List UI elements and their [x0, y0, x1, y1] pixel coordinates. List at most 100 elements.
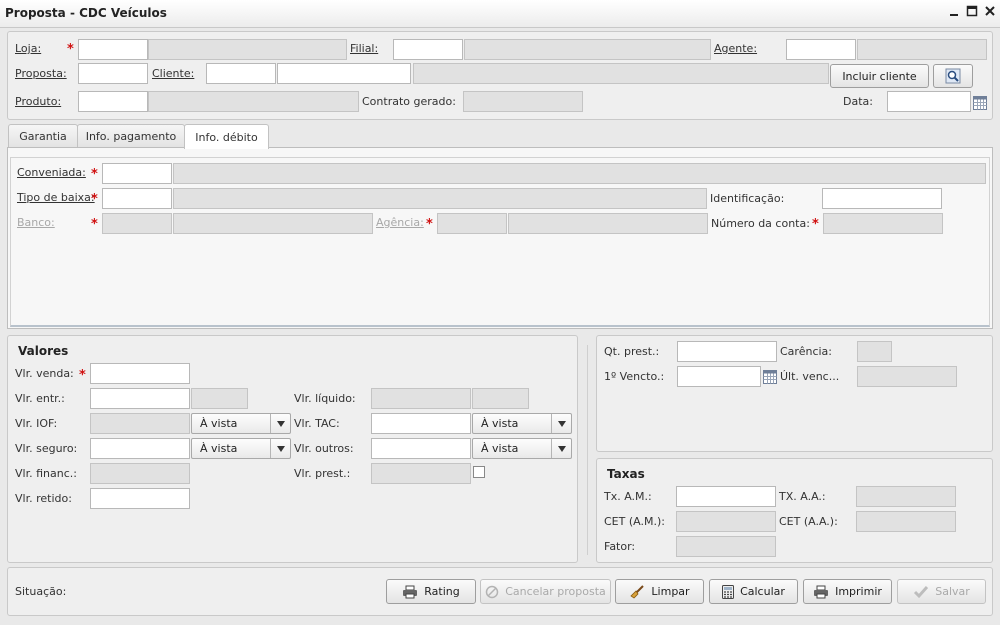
required-mark: *: [67, 42, 74, 57]
vlr-venda-input[interactable]: [90, 363, 190, 384]
proposta-input[interactable]: [78, 63, 148, 84]
vlr-iof-field: [90, 413, 190, 434]
agente-input[interactable]: [786, 39, 856, 60]
checkmark-icon: [914, 585, 929, 598]
valores-title: Valores: [18, 344, 69, 358]
cet-am-field: [676, 511, 776, 532]
cliente-input[interactable]: [206, 63, 276, 84]
cliente-description: [413, 63, 829, 84]
vlr-seguro-input[interactable]: [90, 438, 190, 459]
primeiro-vencto-label: 1º Vencto.:: [604, 370, 665, 383]
data-input[interactable]: [887, 91, 971, 112]
identificacao-label: Identificação:: [710, 192, 785, 205]
limpar-button[interactable]: Limpar: [615, 579, 704, 604]
tab-info-pagamento[interactable]: Info. pagamento: [77, 124, 185, 148]
salvar-button[interactable]: Salvar: [897, 579, 986, 604]
iof-payment-select[interactable]: À vista: [191, 413, 291, 434]
situacao-label: Situação:: [15, 585, 67, 598]
tab-label: Garantia: [19, 130, 67, 143]
printer-icon: [403, 585, 418, 598]
vlr-outros-input[interactable]: [371, 438, 471, 459]
close-icon: [985, 6, 995, 16]
numero-conta-label: Número da conta:: [711, 217, 810, 230]
data-label: Data:: [843, 95, 873, 108]
vlr-entr-input[interactable]: [90, 388, 190, 409]
cliente-document-input[interactable]: [277, 63, 411, 84]
qt-prest-input[interactable]: [677, 341, 777, 362]
calendar-icon[interactable]: [763, 370, 777, 384]
tx-aa-field: [856, 486, 956, 507]
vlr-prest-label: Vlr. prest.:: [294, 467, 351, 480]
tac-payment-select[interactable]: À vista: [472, 413, 572, 434]
minimize-icon: [950, 14, 958, 16]
vlr-financ-label: Vlr. financ.:: [15, 467, 77, 480]
chevron-down-icon: [551, 414, 571, 433]
calcular-label: Calcular: [740, 585, 785, 598]
banco-label: Banco:: [17, 216, 55, 229]
seguro-payment-select[interactable]: À vista: [191, 438, 291, 459]
identificacao-input[interactable]: [822, 188, 942, 209]
required-mark: *: [91, 217, 98, 232]
ult-venc-field: [857, 366, 957, 387]
contrato-gerado-label: Contrato gerado:: [362, 95, 456, 108]
conveniada-description: [173, 163, 986, 184]
tx-am-input[interactable]: [676, 486, 776, 507]
vlr-financ-field: [90, 463, 190, 484]
calculator-icon: [722, 584, 735, 599]
loja-input[interactable]: [78, 39, 148, 60]
vlr-tac-label: Vlr. TAC:: [294, 417, 340, 430]
contrato-gerado-field: [463, 91, 583, 112]
tipo-baixa-label: Tipo de baixa:: [17, 191, 95, 204]
produto-input[interactable]: [78, 91, 148, 112]
agente-description: [857, 39, 987, 60]
produto-description: [148, 91, 359, 112]
cet-am-label: CET (A.M.):: [604, 515, 665, 528]
cet-aa-label: CET (A.A.):: [779, 515, 838, 528]
vlr-entr-percent: [191, 388, 248, 409]
filial-description: [464, 39, 711, 60]
vlr-retido-input[interactable]: [90, 488, 190, 509]
vlr-liquido-label: Vlr. líquido:: [294, 392, 356, 405]
rating-button[interactable]: Rating: [386, 579, 476, 604]
vlr-liquido-field: [371, 388, 471, 409]
required-mark: *: [426, 217, 433, 232]
incluir-cliente-button[interactable]: Incluir cliente: [830, 64, 929, 88]
imprimir-button[interactable]: Imprimir: [803, 579, 892, 604]
vlr-prest-checkbox[interactable]: [473, 466, 485, 478]
close-button[interactable]: [982, 5, 998, 21]
window-title: Proposta - CDC Veículos: [5, 6, 167, 20]
limpar-label: Limpar: [651, 585, 690, 598]
tab-garantia[interactable]: Garantia: [8, 124, 78, 148]
conveniada-label: Conveniada:: [17, 166, 86, 179]
printer-icon: [814, 585, 829, 598]
vlr-tac-input[interactable]: [371, 413, 471, 434]
carencia-label: Carência:: [780, 345, 832, 358]
cliente-label: Cliente:: [152, 67, 195, 80]
cancelar-proposta-button[interactable]: Cancelar proposta: [480, 579, 611, 604]
tipo-baixa-description: [173, 188, 707, 209]
tipo-baixa-input[interactable]: [102, 188, 172, 209]
minimize-button[interactable]: [946, 5, 962, 21]
maximize-button[interactable]: [964, 5, 980, 21]
vlr-entr-label: Vlr. entr.:: [15, 392, 65, 405]
primeiro-vencto-input[interactable]: [677, 366, 761, 387]
agencia-input: [437, 213, 507, 234]
magnifier-icon: [945, 68, 961, 84]
calcular-button[interactable]: Calcular: [709, 579, 798, 604]
filial-label: Filial:: [350, 42, 379, 55]
tab-label: Info. pagamento: [85, 130, 177, 143]
ult-venc-label: Últ. venc...: [780, 370, 840, 383]
conveniada-input[interactable]: [102, 163, 172, 184]
qt-prest-label: Qt. prest.:: [604, 345, 660, 358]
outros-payment-select[interactable]: À vista: [472, 438, 572, 459]
filial-input[interactable]: [393, 39, 463, 60]
select-value: À vista: [200, 442, 238, 455]
required-mark: *: [79, 368, 86, 383]
tab-info-debito[interactable]: Info. débito: [184, 124, 269, 149]
required-mark: *: [91, 167, 98, 182]
agente-label: Agente:: [714, 42, 758, 55]
salvar-label: Salvar: [935, 585, 970, 598]
calendar-icon[interactable]: [973, 96, 987, 110]
select-value: À vista: [200, 417, 238, 430]
search-cliente-button[interactable]: [933, 64, 973, 88]
